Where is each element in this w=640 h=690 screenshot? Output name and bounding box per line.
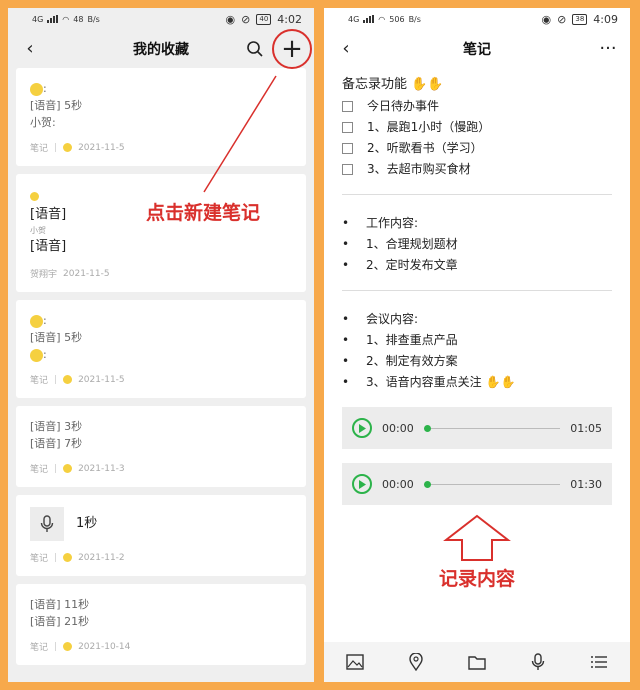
bullet-item: • 1、排查重点产品 — [342, 330, 612, 351]
list-icon[interactable] — [590, 654, 608, 670]
location-icon[interactable] — [409, 653, 423, 671]
bullet-item: • 会议内容: — [342, 309, 612, 330]
back-icon[interactable]: ‹ — [18, 37, 42, 61]
bullet-item: • 3、语音内容重点关注 ✋✋ — [342, 372, 612, 393]
pointing-hand-icon: ✋✋ — [485, 375, 516, 389]
battery-icon: 38 — [572, 13, 588, 25]
new-note-button[interactable]: + — [272, 29, 312, 69]
favorites-screen: 4G ◠ 48 B/s ◉ ⊘ 40 4:02 ‹ 我的收藏 + : [语音] … — [8, 8, 314, 682]
play-icon[interactable] — [352, 418, 372, 438]
todo-label: 3、去超市购买食材 — [367, 162, 471, 176]
divider — [342, 290, 612, 291]
todo-label: 2、听歌看书（学习） — [367, 141, 483, 155]
section-title: 工作内容: — [366, 216, 419, 230]
bullet: • — [342, 258, 350, 272]
bullet: • — [342, 237, 350, 251]
bullet-label: 2、制定有效方案 — [366, 354, 458, 368]
mic-icon[interactable] — [531, 653, 545, 671]
section-title: 会议内容: — [366, 312, 419, 326]
note-toolbar — [324, 642, 630, 682]
progress-knob[interactable] — [423, 424, 431, 432]
bullet-label: 1、合理规划题材 — [366, 237, 458, 251]
bullet-item: • 2、制定有效方案 — [342, 351, 612, 372]
pointing-hand-icon: ✋✋ — [411, 77, 444, 92]
audio-progress[interactable] — [423, 424, 561, 432]
bullet: • — [342, 354, 350, 368]
bullet-item: • 2、定时发布文章 — [342, 255, 612, 276]
annotation-line — [203, 75, 277, 193]
note-screen: 4G ◠ 506 B/s ◉ ⊘ 38 4:09 ‹ 笔记 ··· 备忘录功能 … — [324, 8, 630, 682]
audio-progress[interactable] — [423, 480, 561, 488]
net-speed: 506 — [389, 14, 405, 24]
audio-start: 00:00 — [382, 421, 414, 435]
memo-title: 备忘录功能 — [342, 77, 408, 92]
progress-knob[interactable] — [423, 480, 431, 488]
bullet: • — [342, 333, 350, 347]
todo-label: 1、晨跑1小时（慢跑） — [367, 120, 491, 134]
page-title: 笔记 — [463, 42, 491, 58]
todo-item: 1、晨跑1小时（慢跑） — [342, 117, 612, 138]
mute-icon: ⊘ — [557, 12, 567, 26]
bullet-item: • 1、合理规划题材 — [342, 234, 612, 255]
todo-item: 3、去超市购买食材 — [342, 159, 612, 180]
note-content[interactable]: 备忘录功能 ✋✋ 今日待办事件 1、晨跑1小时（慢跑） 2、听歌看书（学习） 3… — [324, 68, 630, 505]
bullet-label: 2、定时发布文章 — [366, 258, 458, 272]
checkbox[interactable] — [342, 122, 353, 133]
signal-icon — [363, 15, 375, 23]
eye-icon: ◉ — [541, 12, 552, 26]
annotation-text: 记录内容 — [438, 568, 515, 590]
audio-player: 00:00 01:05 — [342, 407, 612, 449]
image-icon[interactable] — [346, 654, 365, 670]
audio-end: 01:05 — [570, 421, 602, 435]
audio-end: 01:30 — [570, 477, 602, 491]
nav-bar: ‹ 笔记 ··· — [324, 30, 630, 68]
bullet-label: 3、语音内容重点关注 — [366, 375, 482, 389]
network-label: 4G — [348, 14, 360, 24]
checkbox[interactable] — [342, 164, 353, 175]
status-time: 4:09 — [593, 12, 618, 26]
todo-item: 今日待办事件 — [342, 96, 612, 117]
todo-label: 今日待办事件 — [367, 99, 440, 113]
divider — [342, 194, 612, 195]
status-bar: 4G ◠ 506 B/s ◉ ⊘ 38 4:09 — [324, 8, 630, 30]
net-speed-unit: B/s — [408, 14, 421, 24]
bullet: • — [342, 375, 350, 389]
bullet-item: • 工作内容: — [342, 213, 612, 234]
bullet: • — [342, 216, 350, 230]
plus-icon: + — [281, 34, 303, 64]
more-icon[interactable]: ··· — [596, 37, 620, 61]
bullet-label: 1、排查重点产品 — [366, 333, 458, 347]
checkbox[interactable] — [342, 101, 353, 112]
folder-icon[interactable] — [468, 654, 486, 670]
bullet: • — [342, 312, 350, 326]
todo-item: 2、听歌看书（学习） — [342, 138, 612, 159]
search-icon[interactable] — [246, 40, 264, 58]
annotation-text: 点击新建笔记 — [146, 202, 261, 224]
audio-player: 00:00 01:30 — [342, 463, 612, 505]
wifi-icon: ◠ — [378, 14, 386, 24]
play-icon[interactable] — [352, 474, 372, 494]
audio-start: 00:00 — [382, 477, 414, 491]
checkbox[interactable] — [342, 143, 353, 154]
annotation-arrow — [443, 514, 511, 561]
back-icon[interactable]: ‹ — [334, 37, 358, 61]
